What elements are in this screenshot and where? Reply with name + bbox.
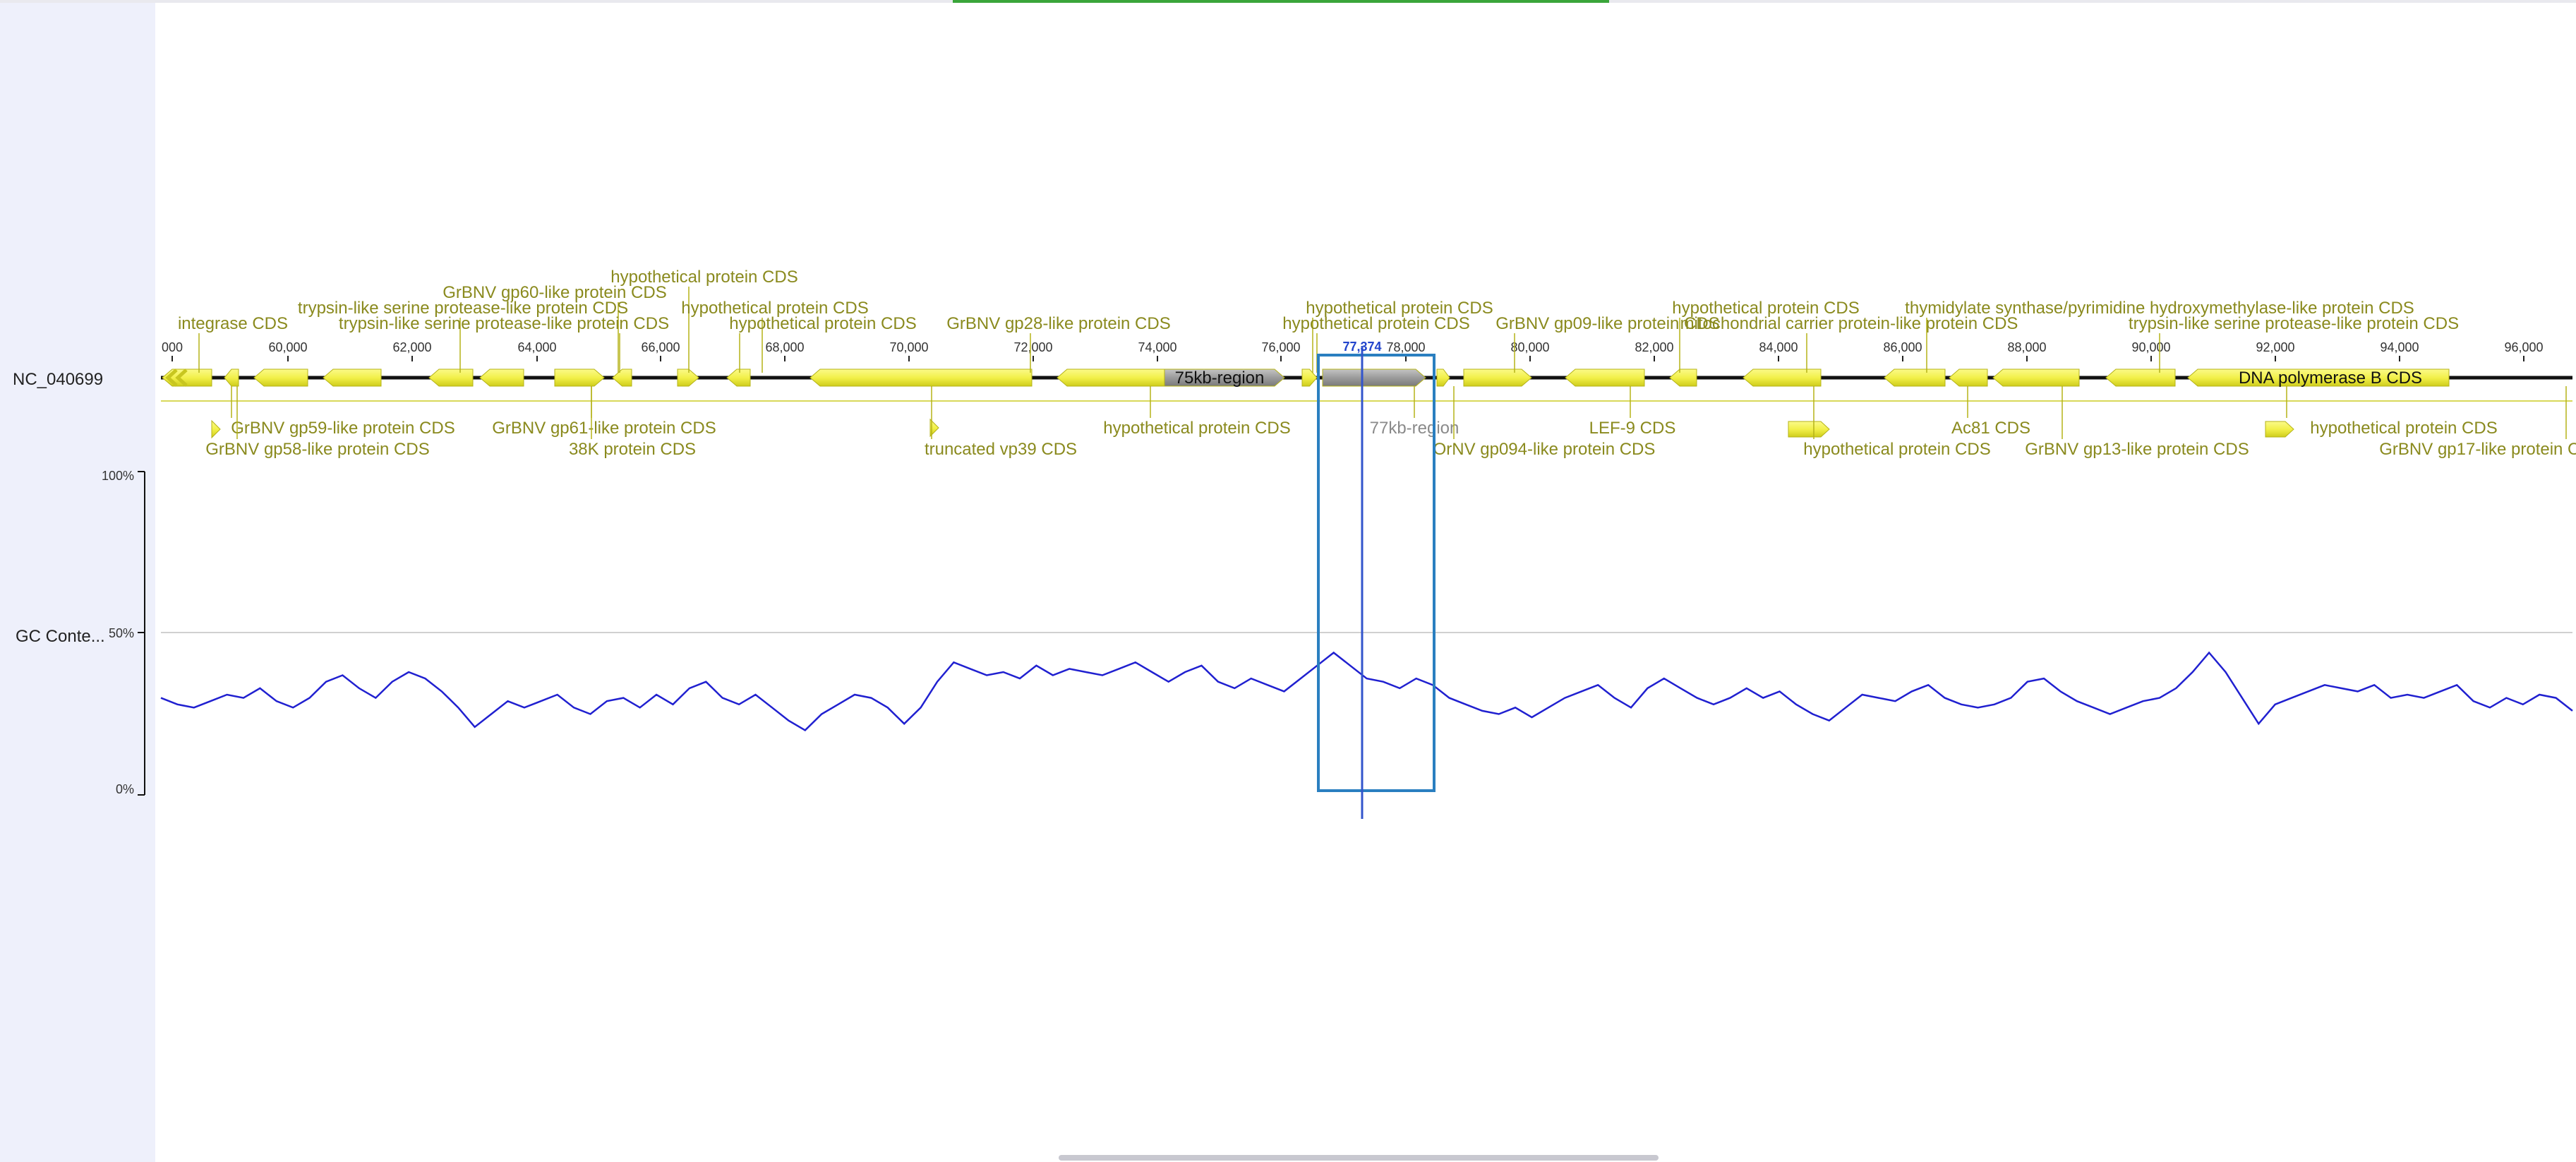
ruler-tick-label: 68,000 [765, 340, 804, 354]
ruler-tick-label: 64,000 [517, 340, 556, 354]
cds-label-below[interactable]: GrBNV gp13-like protein CDS [2025, 440, 2249, 459]
ruler-tick-label: 76,000 [1261, 340, 1300, 354]
cds-feature[interactable] [1301, 369, 1318, 387]
cds-feature[interactable] [1057, 369, 1172, 387]
ruler-tick-label: 80,000 [1510, 340, 1549, 354]
cds-feature[interactable] [1788, 421, 1830, 438]
region-feature[interactable] [1322, 369, 1426, 387]
cds-feature[interactable] [1992, 369, 2080, 387]
cds-feature[interactable] [224, 369, 239, 387]
ruler-tick-label: 82,000 [1635, 340, 1673, 354]
cds-label-below[interactable]: Ac81 CDS [1951, 419, 2030, 438]
ruler-tick-label: 96,000 [2504, 340, 2543, 354]
cds-feature[interactable] [211, 419, 221, 439]
ruler-tick-label: 72,000 [1013, 340, 1052, 354]
cds-label-below[interactable]: GrBNV gp59-like protein CDS [231, 419, 455, 438]
cds-label-below[interactable]: 38K protein CDS [569, 440, 696, 459]
cds-label-below[interactable]: hypothetical protein CDS [2310, 419, 2497, 438]
cds-feature[interactable] [1884, 369, 1946, 387]
ruler-tick-label: 66,000 [641, 340, 680, 354]
gc-axis-mid-label: 50% [109, 626, 134, 640]
cds-label-below[interactable]: GrBNV gp58-like protein CDS [205, 440, 429, 459]
ruler-tick-label: 70,000 [889, 340, 928, 354]
cds-feature[interactable] [1436, 369, 1450, 387]
ruler-tick-label: 90,000 [2131, 340, 2170, 354]
cds-label-above[interactable]: trypsin-like serine protease-like protei… [2129, 314, 2459, 333]
gc-axis-top-label: 100% [102, 469, 134, 483]
cds-feature[interactable] [2105, 369, 2176, 387]
cds-label-above[interactable]: trypsin-like serine protease-like protei… [339, 314, 669, 333]
ruler-tick-label: 92,000 [2256, 340, 2294, 354]
region-label-below[interactable]: 77kb-region [1370, 419, 1459, 438]
gc-axis-bottom-label: 0% [116, 782, 134, 796]
ruler-tick-label: 78,000 [1386, 340, 1425, 354]
ruler-tick-label: 84,000 [1759, 340, 1798, 354]
ruler-tick-label: 74,000 [1138, 340, 1176, 354]
cds-feature[interactable] [726, 369, 751, 387]
cds-feature[interactable] [323, 369, 382, 387]
cds-feature[interactable] [1463, 369, 1532, 387]
gc-axis: 100% 50% 0% [102, 469, 145, 796]
ruler-tick-label: 86,000 [1883, 340, 1922, 354]
cds-feature[interactable] [1743, 369, 1822, 387]
cds-feature[interactable] [2265, 421, 2294, 438]
cds-label-above[interactable]: integrase CDS [178, 314, 288, 333]
ruler-tick-label: 94,000 [2380, 340, 2419, 354]
cds-label-below[interactable]: hypothetical protein CDS [1803, 440, 1990, 459]
cds-feature[interactable] [1949, 369, 1988, 387]
cds-feature[interactable] [479, 369, 524, 387]
cursor-position-label: 77,374 [1342, 340, 1381, 354]
cds-feature[interactable] [554, 369, 605, 387]
ruler-tick-label: 88,000 [2007, 340, 2046, 354]
cds-feature[interactable] [1669, 369, 1697, 387]
cds-label-above[interactable]: hypothetical protein CDS [729, 314, 916, 333]
cds-feature[interactable] [253, 369, 308, 387]
gc-content-line [160, 651, 2573, 731]
cds-feature[interactable] [428, 369, 474, 387]
cds-feature[interactable] [1565, 369, 1645, 387]
ruler-tick-label: 60,000 [268, 340, 307, 354]
ruler-tick-label: 62,000 [392, 340, 431, 354]
cds-label-below[interactable]: LEF-9 CDS [1589, 419, 1676, 438]
cds-label-above[interactable]: hypothetical protein CDS [1282, 314, 1469, 333]
cds-feature[interactable] [809, 369, 1033, 387]
cds-label-below[interactable]: GrBNV gp17-like protein CDS [2379, 440, 2576, 459]
ruler-tick-label: 000 [162, 340, 183, 354]
cds-feature[interactable] [677, 369, 699, 387]
dna-polymerase-label[interactable]: DNA polymerase B CDS [2239, 369, 2422, 388]
cds-label-below[interactable]: hypothetical protein CDS [1103, 419, 1290, 438]
horizontal-scrollbar[interactable] [1059, 1155, 1659, 1161]
region-75kb-label[interactable]: 75kb-region [1175, 369, 1265, 388]
cds-label-above[interactable]: GrBNV gp28-like protein CDS [946, 314, 1170, 333]
cds-label-below[interactable]: OrNV gp094-like protein CDS [1433, 440, 1656, 459]
cds-label-below[interactable]: truncated vp39 CDS [925, 440, 1077, 459]
cds-feature[interactable] [612, 369, 632, 387]
cds-label-below[interactable]: GrBNV gp61-like protein CDS [492, 419, 716, 438]
sequence-map[interactable]: 000 60,000 62,000 64,000 66,000 68,000 70,000 7… [0, 0, 2576, 1162]
